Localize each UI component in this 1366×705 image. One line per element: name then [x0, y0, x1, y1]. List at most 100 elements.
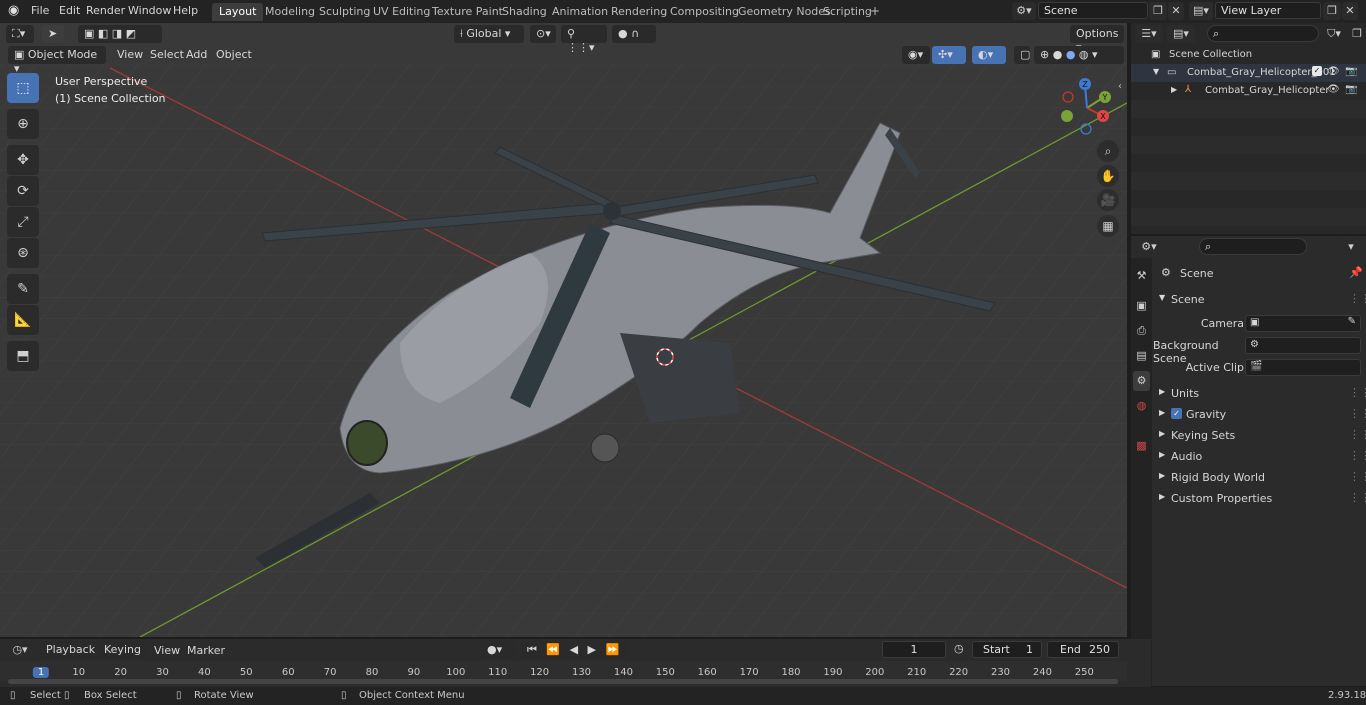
xray-toggle-icon[interactable]: ▢ — [1014, 46, 1030, 64]
menu-file[interactable]: File — [31, 4, 49, 17]
rotate-tool-icon[interactable]: ⟳ — [7, 176, 39, 206]
outliner-empty-row — [1131, 136, 1366, 154]
world-properties-tab-icon[interactable]: ◍ — [1133, 396, 1150, 416]
texture-properties-tab-icon[interactable]: ▩ — [1133, 436, 1150, 456]
output-properties-tab-icon[interactable]: ⎙ — [1133, 321, 1150, 341]
zoom-view-icon[interactable]: ⌕ — [1097, 140, 1119, 162]
drag-handle-icon[interactable]: ⋮⋮ — [1349, 386, 1366, 399]
eye-icon[interactable]: 👁 — [1327, 66, 1340, 77]
shading-mode-buttons[interactable]: ⊕ ● ● ◍ ▾ — [1034, 46, 1124, 64]
camera-view-icon[interactable]: 🎥 — [1097, 189, 1119, 211]
select-box-tool-icon[interactable]: ⬚ — [7, 73, 39, 103]
outliner-editor-type-icon[interactable]: ☰▾ — [1135, 25, 1163, 43]
drag-handle-icon[interactable]: ⋮⋮ — [1349, 449, 1366, 462]
gravity-panel-header[interactable]: ▶ ✓ Gravity ⋮⋮ — [1153, 405, 1366, 425]
menu-render[interactable]: Render — [86, 4, 125, 17]
select-mode-icon[interactable]: ➤ — [42, 25, 64, 43]
gravity-checkbox[interactable]: ✓ — [1171, 408, 1182, 419]
object-mode-dropdown[interactable]: ▣ Object Mode ▾ — [8, 46, 106, 75]
eye-icon[interactable]: 👁 — [1327, 84, 1340, 95]
viewport-menu-select[interactable]: Select — [150, 48, 184, 61]
properties-search-input[interactable]: ⌕ — [1199, 238, 1307, 255]
scene-name-field[interactable]: Scene — [1038, 2, 1148, 19]
pan-view-icon[interactable]: ✋ — [1097, 165, 1119, 187]
cursor-tool-icon[interactable]: ⊕ — [7, 109, 39, 139]
navigation-gizmo[interactable]: Z Y X — [1054, 75, 1120, 141]
ortho-toggle-icon[interactable]: ▦ — [1097, 215, 1119, 237]
sidebar-toggle-icon[interactable]: ‹ — [1118, 81, 1122, 92]
outliner-search-input[interactable]: ⌕ — [1207, 25, 1319, 42]
outliner-row-scene-collection[interactable]: ▣ Scene Collection — [1131, 46, 1366, 64]
measure-tool-icon[interactable]: 📐 — [7, 305, 39, 335]
delete-scene-icon[interactable]: ✕ — [1168, 2, 1184, 20]
custom-properties-panel-header[interactable]: ▶ Custom Properties ⋮⋮ — [1153, 489, 1366, 509]
add-workspace-icon[interactable]: + — [870, 4, 880, 18]
audio-panel-header[interactable]: ▶ Audio ⋮⋮ — [1153, 447, 1366, 467]
properties-options-icon[interactable]: ▾ — [1341, 238, 1361, 256]
background-scene-field[interactable]: ⚙ — [1245, 337, 1361, 354]
overlay-toggle-icon[interactable]: ◐▾ — [972, 46, 1006, 64]
timeline-scrollbar[interactable] — [8, 679, 1118, 684]
scale-tool-icon[interactable]: ⤢ — [7, 207, 39, 237]
outliner-filter-icon[interactable]: ⛉▾ — [1321, 25, 1347, 43]
add-cube-tool-icon[interactable]: ⬒ — [7, 341, 39, 371]
camera-render-icon[interactable]: 📷 — [1345, 66, 1357, 77]
drag-handle-icon[interactable]: ⋮⋮ — [1349, 470, 1366, 483]
blender-logo-icon[interactable]: ◉ — [8, 3, 19, 18]
visibility-icon[interactable]: ◉▾ — [902, 46, 930, 64]
delete-view-layer-icon[interactable]: ✕ — [1342, 2, 1358, 20]
snap-toggle-icon[interactable]: ⚲ ⋮⋮▾ — [561, 25, 607, 54]
menu-window[interactable]: Window — [128, 4, 171, 17]
view-layer-field[interactable]: View Layer — [1215, 2, 1321, 19]
units-panel-header[interactable]: ▶ Units ⋮⋮ — [1153, 384, 1366, 404]
camera-render-icon[interactable]: 📷 — [1345, 84, 1357, 95]
viewport-menu-view[interactable]: View — [117, 48, 143, 61]
keying-sets-panel-header[interactable]: ▶ Keying Sets ⋮⋮ — [1153, 426, 1366, 446]
tab-layout[interactable]: Layout — [212, 3, 264, 21]
pivot-point-icon[interactable]: ⊙▾ — [530, 25, 556, 43]
exclude-checkbox[interactable]: ✓ — [1312, 66, 1322, 76]
pin-icon[interactable]: 📌 — [1349, 266, 1363, 279]
menu-help[interactable]: Help — [173, 4, 198, 17]
new-scene-icon[interactable]: ❐ — [1149, 2, 1167, 20]
active-clip-label: Active Clip — [1185, 361, 1244, 374]
menu-edit[interactable]: Edit — [59, 4, 80, 17]
3d-viewport[interactable]: ⛶▾ ➤ ▣ ◧ ◨ ◩ ⟊ Global ▾ ⊙▾ ⚲ ⋮⋮▾ ● ∩ Opt… — [0, 23, 1127, 637]
move-tool-icon[interactable]: ✥ — [7, 145, 39, 175]
outliner-empty-row — [1131, 208, 1366, 226]
new-view-layer-icon[interactable]: ❐ — [1323, 2, 1341, 20]
view-layer-browse-icon[interactable]: ▤▾ — [1189, 2, 1213, 20]
expand-arrow-icon[interactable]: ▼ — [1153, 67, 1159, 76]
drag-handle-icon[interactable]: ⋮⋮ — [1349, 292, 1366, 305]
active-clip-field[interactable]: 🎬 — [1245, 359, 1361, 376]
transform-tool-icon[interactable]: ⊛ — [7, 238, 39, 268]
viewport-scene[interactable] — [0, 23, 1127, 637]
expand-arrow-icon[interactable]: ▶ — [1171, 85, 1177, 94]
drag-handle-icon[interactable]: ⋮⋮ — [1349, 407, 1366, 420]
tool-properties-tab-icon[interactable]: ⚒ — [1133, 266, 1150, 286]
eyedropper-icon[interactable]: ✎ — [1348, 316, 1356, 327]
options-button[interactable]: Options ▾ — [1070, 25, 1124, 54]
render-properties-tab-icon[interactable]: ▣ — [1133, 296, 1150, 316]
transform-orientation-dropdown[interactable]: ⟊ Global ▾ — [454, 25, 524, 43]
view-layer-properties-tab-icon[interactable]: ▤ — [1133, 346, 1150, 366]
outliner-row-collection[interactable]: ▼ ▭ Combat_Gray_Helicopter_001 ✓ 👁 📷 — [1131, 64, 1366, 82]
camera-field[interactable]: ▣ ✎ — [1245, 315, 1361, 332]
gizmo-toggle-icon[interactable]: ✣▾ — [932, 46, 966, 64]
outliner-row-object[interactable]: ▶ ⅄ Combat_Gray_Helicopter 👁 📷 — [1131, 82, 1366, 100]
new-collection-icon[interactable]: ❐ — [1349, 25, 1365, 43]
drag-handle-icon[interactable]: ⋮⋮ — [1349, 491, 1366, 504]
outliner-display-mode-icon[interactable]: ▤▾ — [1167, 25, 1195, 43]
scene-properties-tab-icon[interactable]: ⚙ — [1133, 371, 1150, 391]
properties-editor-type-icon[interactable]: ⚙▾ — [1135, 238, 1163, 256]
drag-handle-icon[interactable]: ⋮⋮ — [1349, 428, 1366, 441]
selection-mode-buttons[interactable]: ▣ ◧ ◨ ◩ — [78, 25, 162, 43]
editor-type-icon[interactable]: ⛶▾ — [6, 25, 34, 43]
viewport-menu-object[interactable]: Object — [216, 48, 252, 61]
viewport-menu-add[interactable]: Add — [186, 48, 207, 61]
rigid-body-world-panel-header[interactable]: ▶ Rigid Body World ⋮⋮ — [1153, 468, 1366, 488]
scene-browse-icon[interactable]: ⚙▾ — [1012, 2, 1036, 20]
scene-panel-header[interactable]: ▼ Scene ⋮⋮ — [1153, 290, 1366, 310]
proportional-edit-icon[interactable]: ● ∩ — [612, 25, 656, 43]
annotate-tool-icon[interactable]: ✎ — [7, 274, 39, 304]
